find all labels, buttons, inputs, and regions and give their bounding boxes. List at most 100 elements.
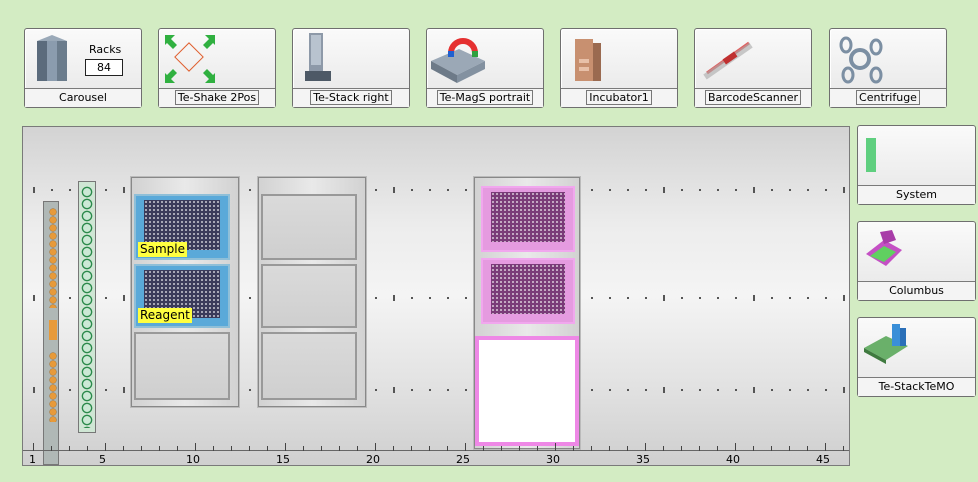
- grid-dot: [411, 389, 413, 391]
- axis-tick: [33, 443, 34, 451]
- axis-tick: [141, 446, 142, 451]
- grid-dot: [465, 389, 467, 391]
- system-label: System: [858, 185, 975, 204]
- axis-tick: [519, 446, 520, 451]
- axis-tick: [267, 446, 268, 451]
- grid-dot: [249, 297, 251, 299]
- axis-tick: [735, 443, 736, 451]
- grid-dot: [645, 189, 647, 191]
- axis-tick: [159, 446, 160, 451]
- incubator-label: Incubator1: [586, 90, 652, 105]
- grid-dot: [717, 189, 719, 191]
- racks-title: Racks: [89, 43, 122, 56]
- axis-tick: [123, 446, 124, 451]
- tick-label-30: 30: [546, 453, 560, 466]
- barcode-scanner-tool[interactable]: BarcodeScanner: [694, 28, 812, 108]
- axis-tick: [465, 443, 466, 451]
- grid-dot: [825, 389, 827, 391]
- grid-dot: [609, 189, 611, 191]
- plate-position-highlighted[interactable]: [475, 336, 579, 446]
- axis-tick: [321, 446, 322, 451]
- tube-carrier-green[interactable]: [78, 181, 96, 433]
- tick-label-10: 10: [186, 453, 200, 466]
- grid-dot: [375, 389, 377, 391]
- axis-tick: [375, 443, 376, 451]
- grid-dot: [771, 189, 773, 191]
- grid-dot: [681, 297, 683, 299]
- grid-dot: [645, 389, 647, 391]
- grid-dot: [33, 295, 35, 301]
- incubator-tool[interactable]: Incubator1: [560, 28, 678, 108]
- plate-position-empty[interactable]: [134, 332, 230, 400]
- axis-tick: [717, 446, 718, 451]
- stacker-icon: [305, 33, 331, 81]
- te-stack-temo-panel[interactable]: Te-StackTeMO: [857, 317, 976, 397]
- grid-dot: [843, 387, 845, 393]
- tick-label-15: 15: [276, 453, 290, 466]
- grid-dot: [807, 389, 809, 391]
- plate-reagent[interactable]: Reagent: [134, 264, 230, 328]
- grid-dot: [249, 189, 251, 191]
- grid-dot: [789, 297, 791, 299]
- grid-dot: [591, 297, 593, 299]
- axis-tick: [195, 443, 196, 451]
- tick-label-5: 5: [99, 453, 106, 466]
- grid-dot: [771, 389, 773, 391]
- te-stack-temo-icon: [864, 324, 908, 364]
- plate-position-empty[interactable]: [261, 332, 357, 400]
- grid-dot: [447, 297, 449, 299]
- sample-label: Sample: [138, 242, 187, 257]
- plate-sample[interactable]: Sample: [134, 194, 230, 260]
- plate-carrier-1[interactable]: Sample Reagent: [131, 177, 239, 407]
- grid-dot: [735, 389, 737, 391]
- system-panel[interactable]: System: [857, 125, 976, 205]
- grid-dot: [789, 189, 791, 191]
- grid-dot: [411, 297, 413, 299]
- grid-dot: [699, 389, 701, 391]
- te-shake-tool[interactable]: Te-Shake 2Pos: [158, 28, 276, 108]
- te-mags-tool[interactable]: Te-MagS portrait: [426, 28, 544, 108]
- axis-tick: [87, 446, 88, 451]
- axis-tick: [807, 446, 808, 451]
- te-shake-label: Te-Shake 2Pos: [174, 90, 260, 105]
- grid-dot: [753, 295, 755, 301]
- worktable-deck[interactable]: Sample Reagent 1 5 10 15 20 25 30 35 40 …: [22, 126, 850, 466]
- plate-pink-1[interactable]: [481, 186, 575, 252]
- columbus-icon: [866, 230, 902, 266]
- grid-dot: [105, 189, 107, 191]
- plate-pink-2[interactable]: [481, 258, 575, 324]
- carousel-tool[interactable]: Racks 84 Carousel: [24, 28, 142, 108]
- columbus-panel[interactable]: Columbus: [857, 221, 976, 301]
- grid-dot: [249, 389, 251, 391]
- axis-tick: [789, 446, 790, 451]
- carousel-label: Carousel: [25, 88, 141, 107]
- grid-dot: [105, 297, 107, 299]
- axis-tick: [555, 443, 556, 451]
- axis-tick: [573, 446, 574, 451]
- plate-carrier-3[interactable]: [474, 177, 580, 449]
- grid-dot: [393, 295, 395, 301]
- grid-dot: [753, 387, 755, 393]
- plate-position-empty[interactable]: [261, 264, 357, 328]
- plate-position-empty[interactable]: [261, 194, 357, 260]
- centrifuge-tool[interactable]: Centrifuge: [829, 28, 947, 108]
- axis-tick: [681, 446, 682, 451]
- centrifuge-label: Centrifuge: [856, 90, 920, 105]
- plate-carrier-2[interactable]: [258, 177, 366, 407]
- grid-dot: [843, 187, 845, 193]
- grid-dot: [627, 297, 629, 299]
- grid-dot: [807, 189, 809, 191]
- axis-tick: [393, 446, 394, 451]
- grid-dot: [699, 189, 701, 191]
- grid-dot: [681, 389, 683, 391]
- axis-tick: [411, 446, 412, 451]
- tube-carrier-orange[interactable]: [43, 201, 59, 465]
- system-indicator: [866, 138, 876, 172]
- te-mags-label: Te-MagS portrait: [436, 90, 534, 105]
- grid-dot: [699, 297, 701, 299]
- grid-dot: [51, 189, 53, 191]
- tick-label-1: 1: [29, 453, 36, 466]
- te-stack-right-tool[interactable]: Te-Stack right: [292, 28, 410, 108]
- grid-dot: [375, 297, 377, 299]
- grid-dot: [663, 387, 665, 393]
